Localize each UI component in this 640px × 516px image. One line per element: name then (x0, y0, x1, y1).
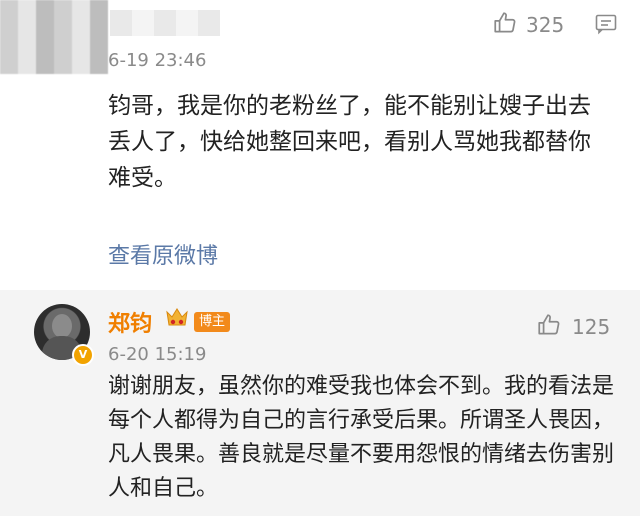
crown-icon (164, 306, 190, 334)
blurred-username (110, 10, 220, 36)
owner-badge: 博主 (194, 312, 231, 332)
top-comment-card: 325 6-19 23:46 钧哥，我是你的老粉丝了，能不能别让嫂子出去丢人了，… (0, 0, 640, 286)
thumbs-up-icon (536, 312, 562, 342)
reply-timestamp: 6-20 15:19 (108, 344, 207, 365)
blurred-avatar (0, 0, 108, 74)
view-original-post-link[interactable]: 查看原微博 (108, 238, 218, 270)
comment-text: 钧哥，我是你的老粉丝了，能不能别让嫂子出去丢人了，快给她整回来吧，看别人骂她我都… (108, 93, 591, 191)
avatar-head (52, 314, 72, 338)
like-count: 325 (526, 13, 565, 37)
like-count: 125 (572, 315, 611, 339)
like-button[interactable]: 325 (492, 10, 564, 40)
like-button[interactable]: 125 (536, 312, 610, 342)
thumbs-up-icon (492, 10, 518, 40)
reply-text: 谢谢朋友，虽然你的难受我也体会不到。我的看法是每个人都得为自己的言行承受后果。所… (108, 374, 615, 501)
username[interactable]: 郑钧 (108, 306, 152, 338)
verified-badge-icon: V (72, 344, 94, 366)
reply-card: V 郑钧 博主 125 6-20 15:19 谢谢朋友，虽然你的难受我也体会不到… (0, 290, 640, 516)
comment-icon[interactable] (594, 12, 618, 40)
comment-timestamp: 6-19 23:46 (108, 50, 207, 71)
